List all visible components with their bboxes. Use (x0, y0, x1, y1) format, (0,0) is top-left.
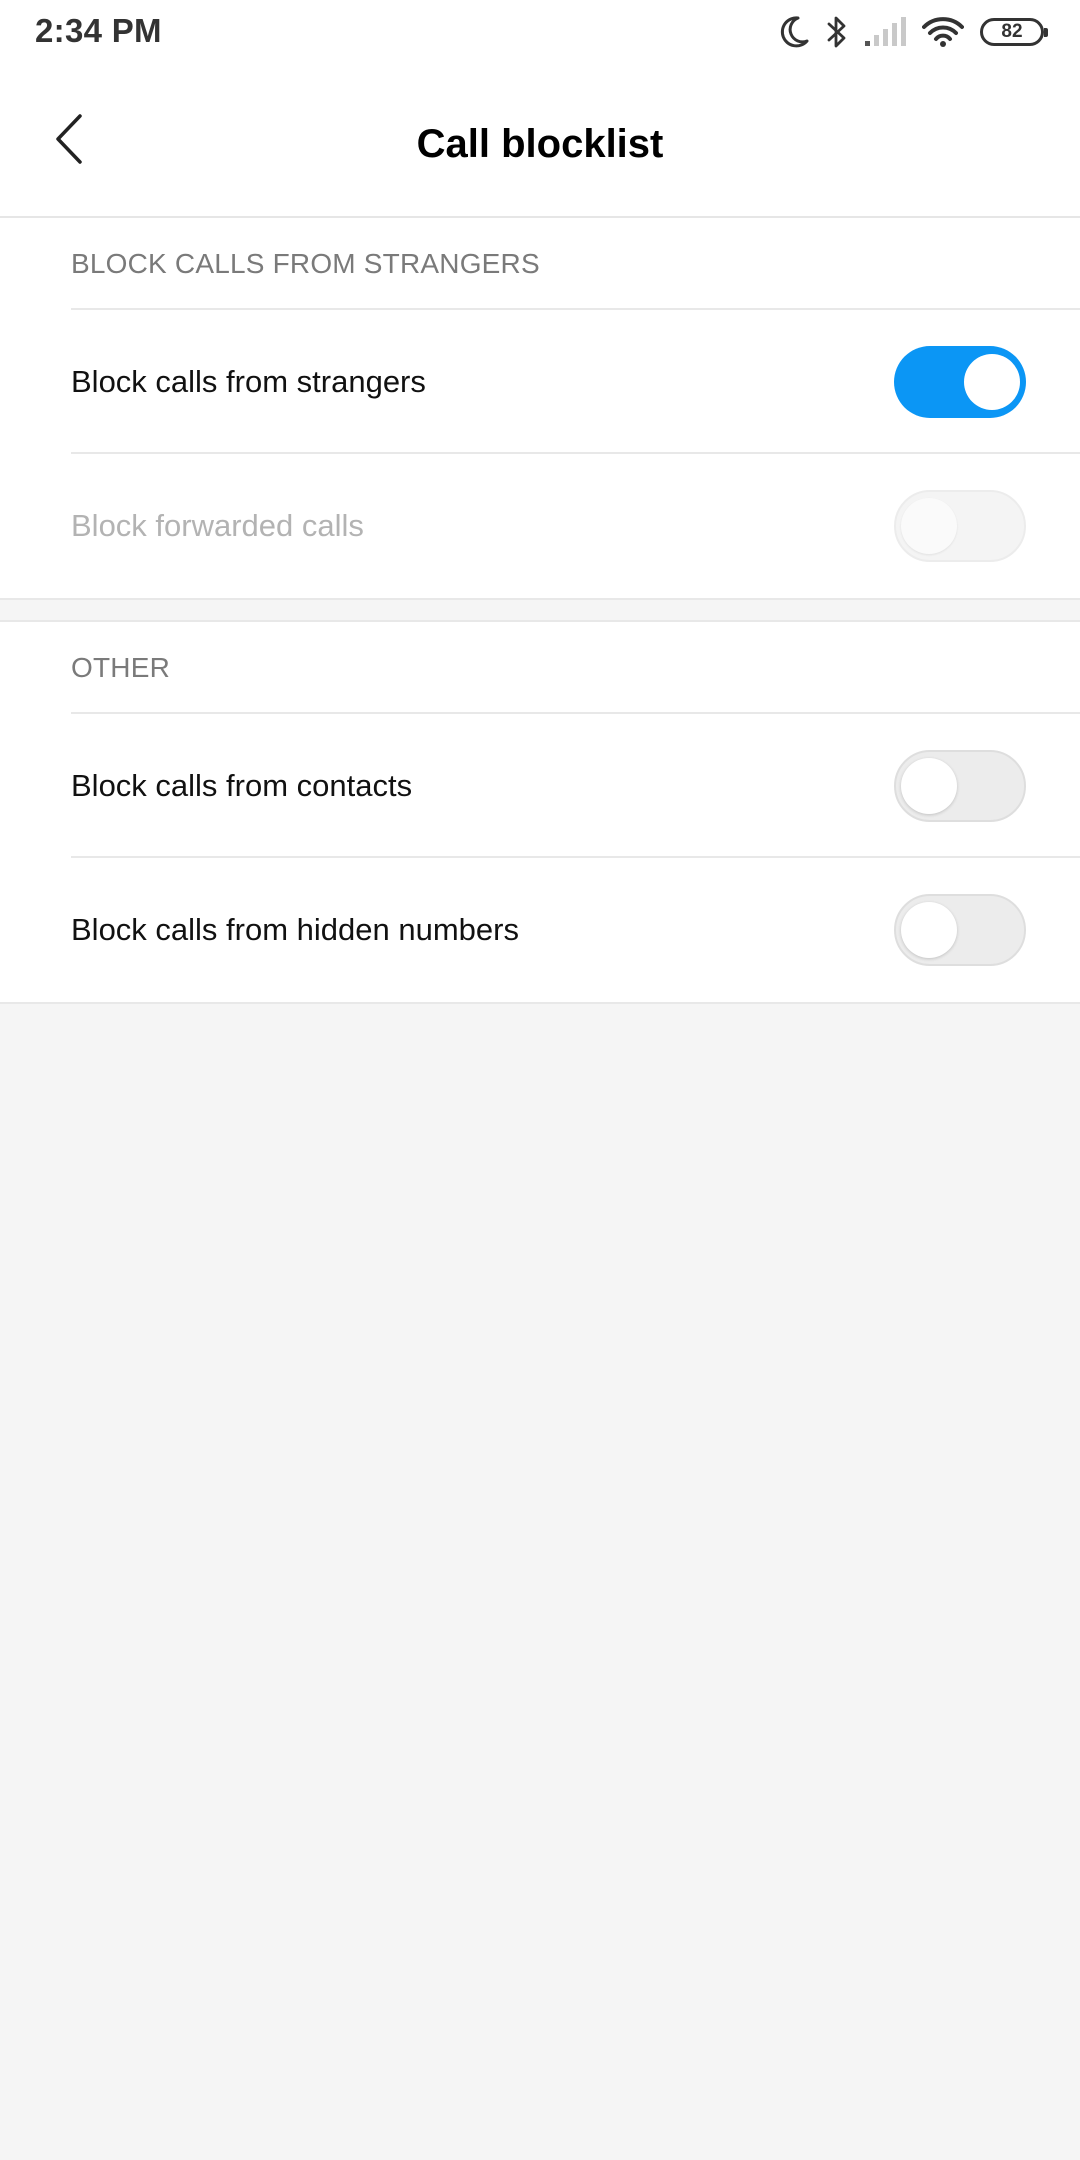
row-label: Block forwarded calls (71, 508, 364, 543)
status-icons: 82 (778, 12, 1048, 52)
app-header: Call blocklist (0, 66, 1080, 218)
row-label: Block calls from hidden numbers (71, 912, 519, 947)
block-contacts-toggle[interactable] (894, 750, 1026, 822)
row-label: Block calls from strangers (71, 364, 426, 399)
list-item-block-contacts[interactable]: Block calls from contacts (0, 714, 1080, 858)
moon-icon (778, 15, 810, 49)
section-divider (0, 598, 1080, 622)
block-hidden-numbers-toggle[interactable] (894, 894, 1026, 966)
toggle-knob (901, 758, 957, 814)
section-other: OTHER Block calls from contacts Block ca… (0, 622, 1080, 1002)
section-title: BLOCK CALLS FROM STRANGERS (0, 218, 1080, 310)
battery-level: 82 (1001, 21, 1023, 42)
list-item-block-hidden-numbers[interactable]: Block calls from hidden numbers (0, 858, 1080, 1002)
page-title: Call blocklist (416, 122, 664, 166)
wifi-icon (922, 16, 964, 48)
toggle-knob (901, 902, 957, 958)
signal-icon (864, 17, 906, 47)
battery-icon: 82 (980, 18, 1048, 46)
status-time: 2:34 PM (35, 12, 162, 49)
row-label: Block calls from contacts (71, 768, 413, 803)
toggle-knob (964, 354, 1020, 410)
bluetooth-icon (826, 15, 848, 49)
list-item-block-forwarded: Block forwarded calls (0, 454, 1080, 598)
section-bottom-border (0, 1002, 1080, 1004)
toggle-knob (901, 498, 957, 554)
status-bar: 2:34 PM 82 (0, 0, 1080, 66)
app-top-area: 2:34 PM 82 Call blocklist (0, 0, 1080, 218)
list-item-block-strangers[interactable]: Block calls from strangers (0, 310, 1080, 454)
section-strangers: BLOCK CALLS FROM STRANGERS Block calls f… (0, 218, 1080, 598)
section-title: OTHER (0, 622, 1080, 714)
block-forwarded-toggle (894, 490, 1026, 562)
block-strangers-toggle[interactable] (894, 346, 1026, 418)
